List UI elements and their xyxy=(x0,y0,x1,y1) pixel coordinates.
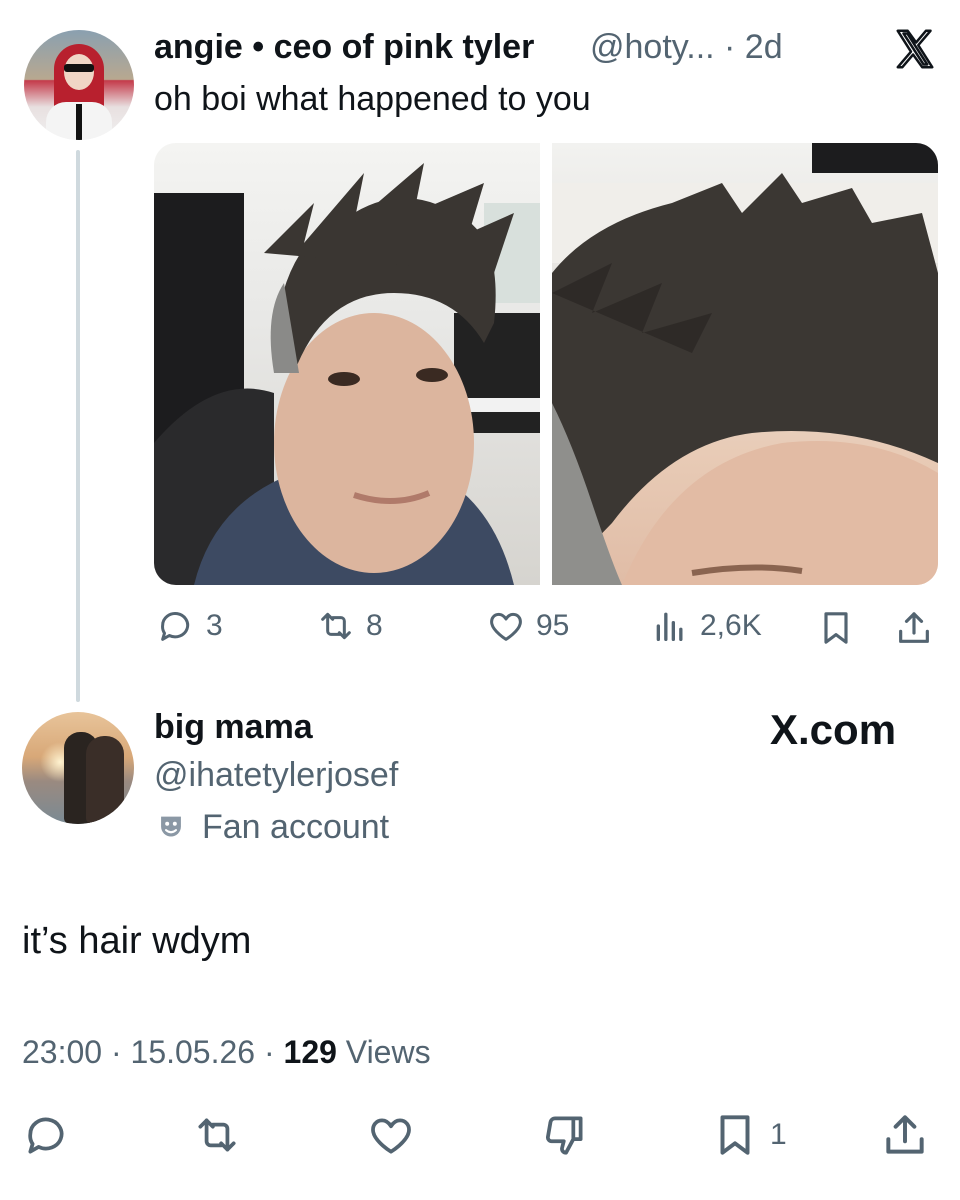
repost-button[interactable] xyxy=(192,1110,242,1160)
reply-text: it’s hair wdym xyxy=(22,920,252,962)
speech-bubble-icon xyxy=(28,1117,64,1154)
repost-arrows-icon xyxy=(198,1118,236,1152)
dislike-button[interactable] xyxy=(540,1110,590,1160)
reply-stat[interactable]: 3 xyxy=(156,606,223,646)
site-label: X.com xyxy=(770,706,897,753)
reply-views-label: Views xyxy=(345,1034,431,1070)
reply-time: 23:00 xyxy=(22,1034,103,1070)
share-upload-icon xyxy=(886,1115,924,1154)
bookmark-count: 1 xyxy=(770,1118,787,1151)
avatar-big-mama[interactable] xyxy=(22,712,134,824)
heart-icon xyxy=(490,612,522,641)
views-count: 2,6K xyxy=(700,609,762,642)
reply-action-bar: 1 xyxy=(0,1110,960,1166)
tweet-text: oh boi what happened to you xyxy=(154,80,591,118)
badge-label: Fan account xyxy=(202,808,390,846)
thumbs-down-icon xyxy=(546,1116,583,1155)
bookmark-icon[interactable] xyxy=(816,608,856,648)
like-stat[interactable]: 95 xyxy=(486,606,569,646)
tweet-media-grid[interactable] xyxy=(154,143,938,585)
tweet-author-name[interactable]: angie • ceo of pink tyler xyxy=(154,28,534,67)
repost-arrows-icon xyxy=(321,612,351,640)
tweet-stats-bar: 3 8 95 2,6K xyxy=(0,606,960,650)
bookmark-icon xyxy=(720,1115,750,1155)
reply-timestamp: 23:00 · 15.05.26 · 129 Views xyxy=(22,1034,431,1070)
reply-date: 15.05.26 xyxy=(130,1034,256,1070)
reply-button[interactable] xyxy=(22,1110,72,1160)
heart-icon xyxy=(371,1118,411,1154)
repost-stat[interactable]: 8 xyxy=(316,606,383,646)
speech-bubble-icon xyxy=(161,612,190,641)
bar-chart-icon xyxy=(656,612,683,641)
theater-mask-icon xyxy=(161,816,181,836)
reply-author-name[interactable]: big mama xyxy=(154,708,313,747)
bookmark-button[interactable]: 1 xyxy=(710,1110,787,1160)
share-upload-icon[interactable] xyxy=(894,608,934,648)
tweet-photo-1[interactable] xyxy=(154,143,540,585)
reply-views-count: 129 xyxy=(283,1034,337,1070)
reply-count: 3 xyxy=(206,609,223,642)
share-button[interactable] xyxy=(880,1110,930,1160)
like-count: 95 xyxy=(536,609,570,642)
like-button[interactable] xyxy=(366,1110,416,1160)
avatar-angie[interactable] xyxy=(24,30,134,140)
x-logo-icon[interactable] xyxy=(892,26,938,72)
tweet-photo-2[interactable] xyxy=(552,143,938,585)
fan-account-badge: Fan account xyxy=(154,808,389,847)
tweet-author-meta: @hoty... · 2d xyxy=(590,28,783,66)
repost-count: 8 xyxy=(366,609,383,642)
views-stat[interactable]: 2,6K xyxy=(650,606,762,646)
reply-author-handle[interactable]: @ihatetylerjosef xyxy=(154,756,398,795)
